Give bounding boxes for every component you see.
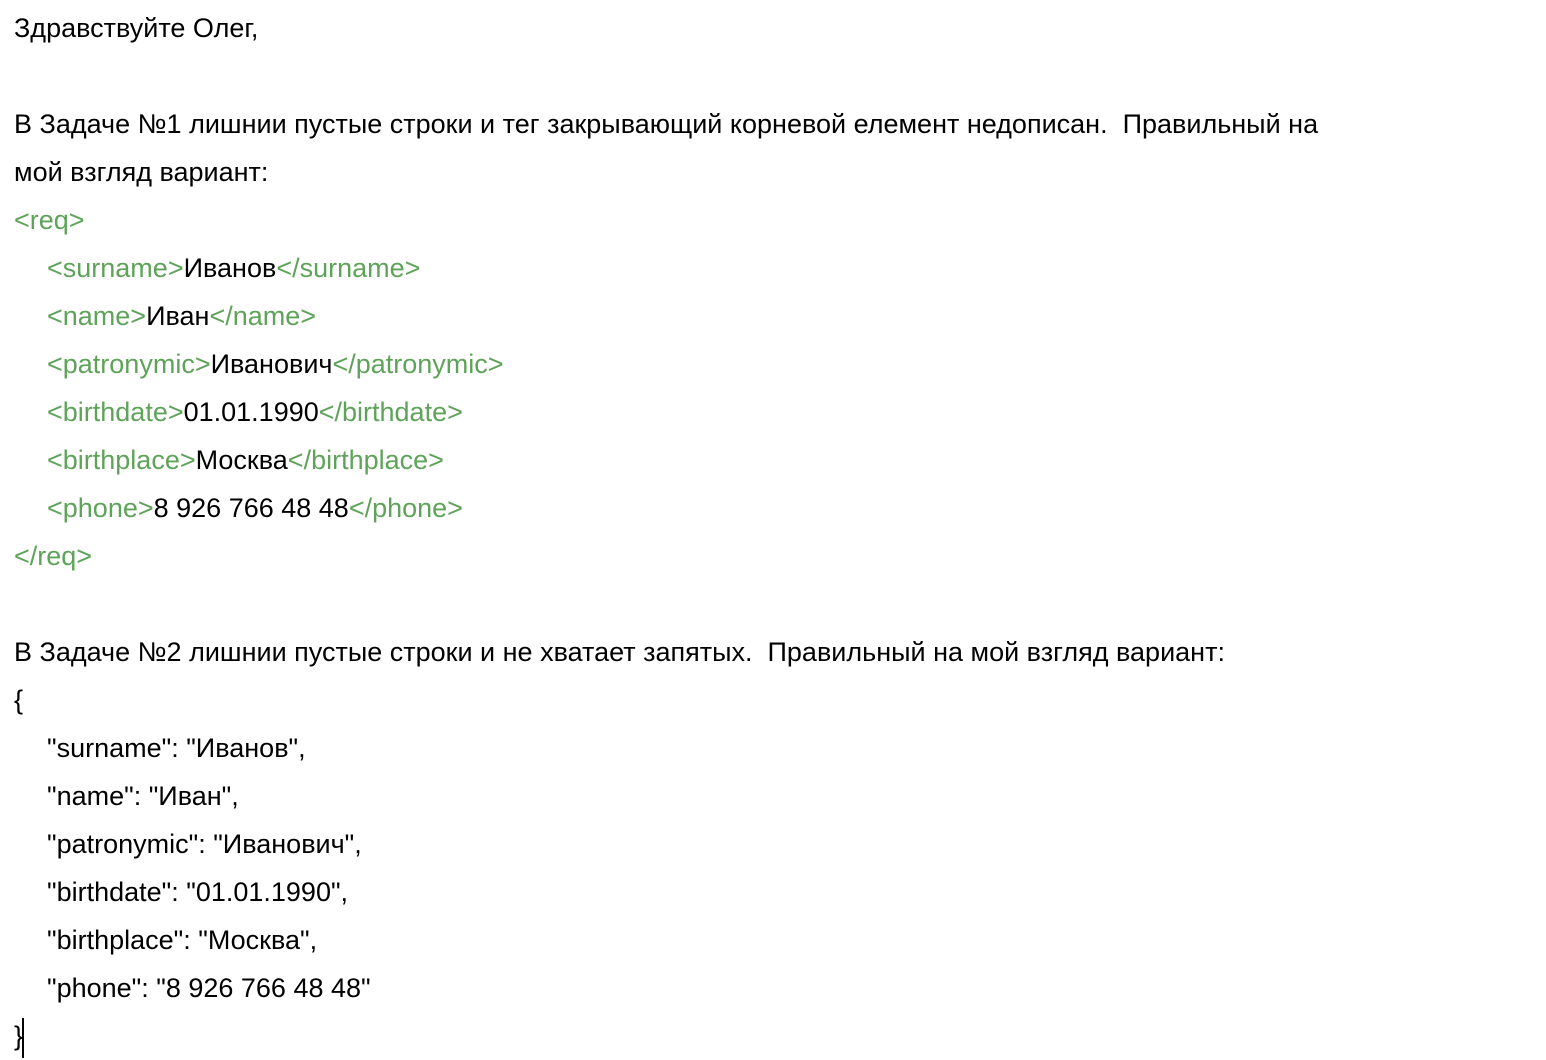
- xml-value: Иванов: [183, 253, 277, 283]
- json-brace-open: {: [14, 685, 24, 715]
- greeting-line: Здравствуйте Олег,: [14, 13, 259, 43]
- xml-field-patronymic: <patronymic>Иванович</patronymic>: [14, 340, 1534, 388]
- xml-tag-open: <birthplace>: [47, 445, 196, 475]
- json-line-name: "name": "Иван",: [47, 781, 239, 811]
- xml-tag-open: <birthdate>: [47, 397, 184, 427]
- xml-value: 01.01.1990: [183, 397, 319, 427]
- xml-value: Москва: [195, 445, 288, 475]
- json-line-birthplace: "birthplace": "Москва",: [47, 925, 318, 955]
- xml-tag-close: </surname>: [276, 253, 421, 283]
- xml-tag-close: </birthplace>: [287, 445, 444, 475]
- xml-field-phone: <phone>8 926 766 48 48</phone>: [14, 484, 1534, 532]
- task1-intro-line1: В Задаче №1 лишнии пустые строки и тег з…: [14, 109, 1319, 139]
- xml-field-name: <name>Иван</name>: [14, 292, 1534, 340]
- xml-tag-open: <name>: [47, 301, 147, 331]
- xml-tag-open: <surname>: [47, 253, 184, 283]
- xml-tag-close: </patronymic>: [332, 349, 504, 379]
- xml-root-close: </req>: [14, 532, 1534, 580]
- xml-root-open: <req>: [14, 196, 1534, 244]
- task2-intro: В Задаче №2 лишнии пустые строки и не хв…: [14, 637, 1225, 667]
- xml-tag-close: </name>: [209, 301, 317, 331]
- xml-value: 8 926 766 48 48: [153, 493, 349, 523]
- xml-tag-open: <patronymic>: [47, 349, 211, 379]
- json-line-birthdate: "birthdate": "01.01.1990",: [47, 877, 349, 907]
- task1-intro-line2: мой взгляд вариант:: [14, 157, 269, 187]
- json-brace-close-line: }: [14, 1012, 1534, 1060]
- email-body[interactable]: Здравствуйте Олег, В Задаче №1 лишнии пу…: [14, 4, 1534, 1060]
- xml-tag-close: </phone>: [348, 493, 463, 523]
- json-line-patronymic: "patronymic": "Иванович",: [47, 829, 362, 859]
- xml-field-birthplace: <birthplace>Москва</birthplace>: [14, 436, 1534, 484]
- json-line-phone: "phone": "8 926 766 48 48": [47, 973, 371, 1003]
- xml-field-birthdate: <birthdate>01.01.1990</birthdate>: [14, 388, 1534, 436]
- xml-tag-open: <phone>: [47, 493, 154, 523]
- xml-tag: </req>: [14, 541, 93, 571]
- xml-value: Иванович: [210, 349, 333, 379]
- xml-tag-close: </birthdate>: [318, 397, 463, 427]
- xml-value: Иван: [146, 301, 210, 331]
- xml-field-surname: <surname>Иванов</surname>: [14, 244, 1534, 292]
- xml-tag: <req>: [14, 205, 85, 235]
- json-line-surname: "surname": "Иванов",: [47, 733, 306, 763]
